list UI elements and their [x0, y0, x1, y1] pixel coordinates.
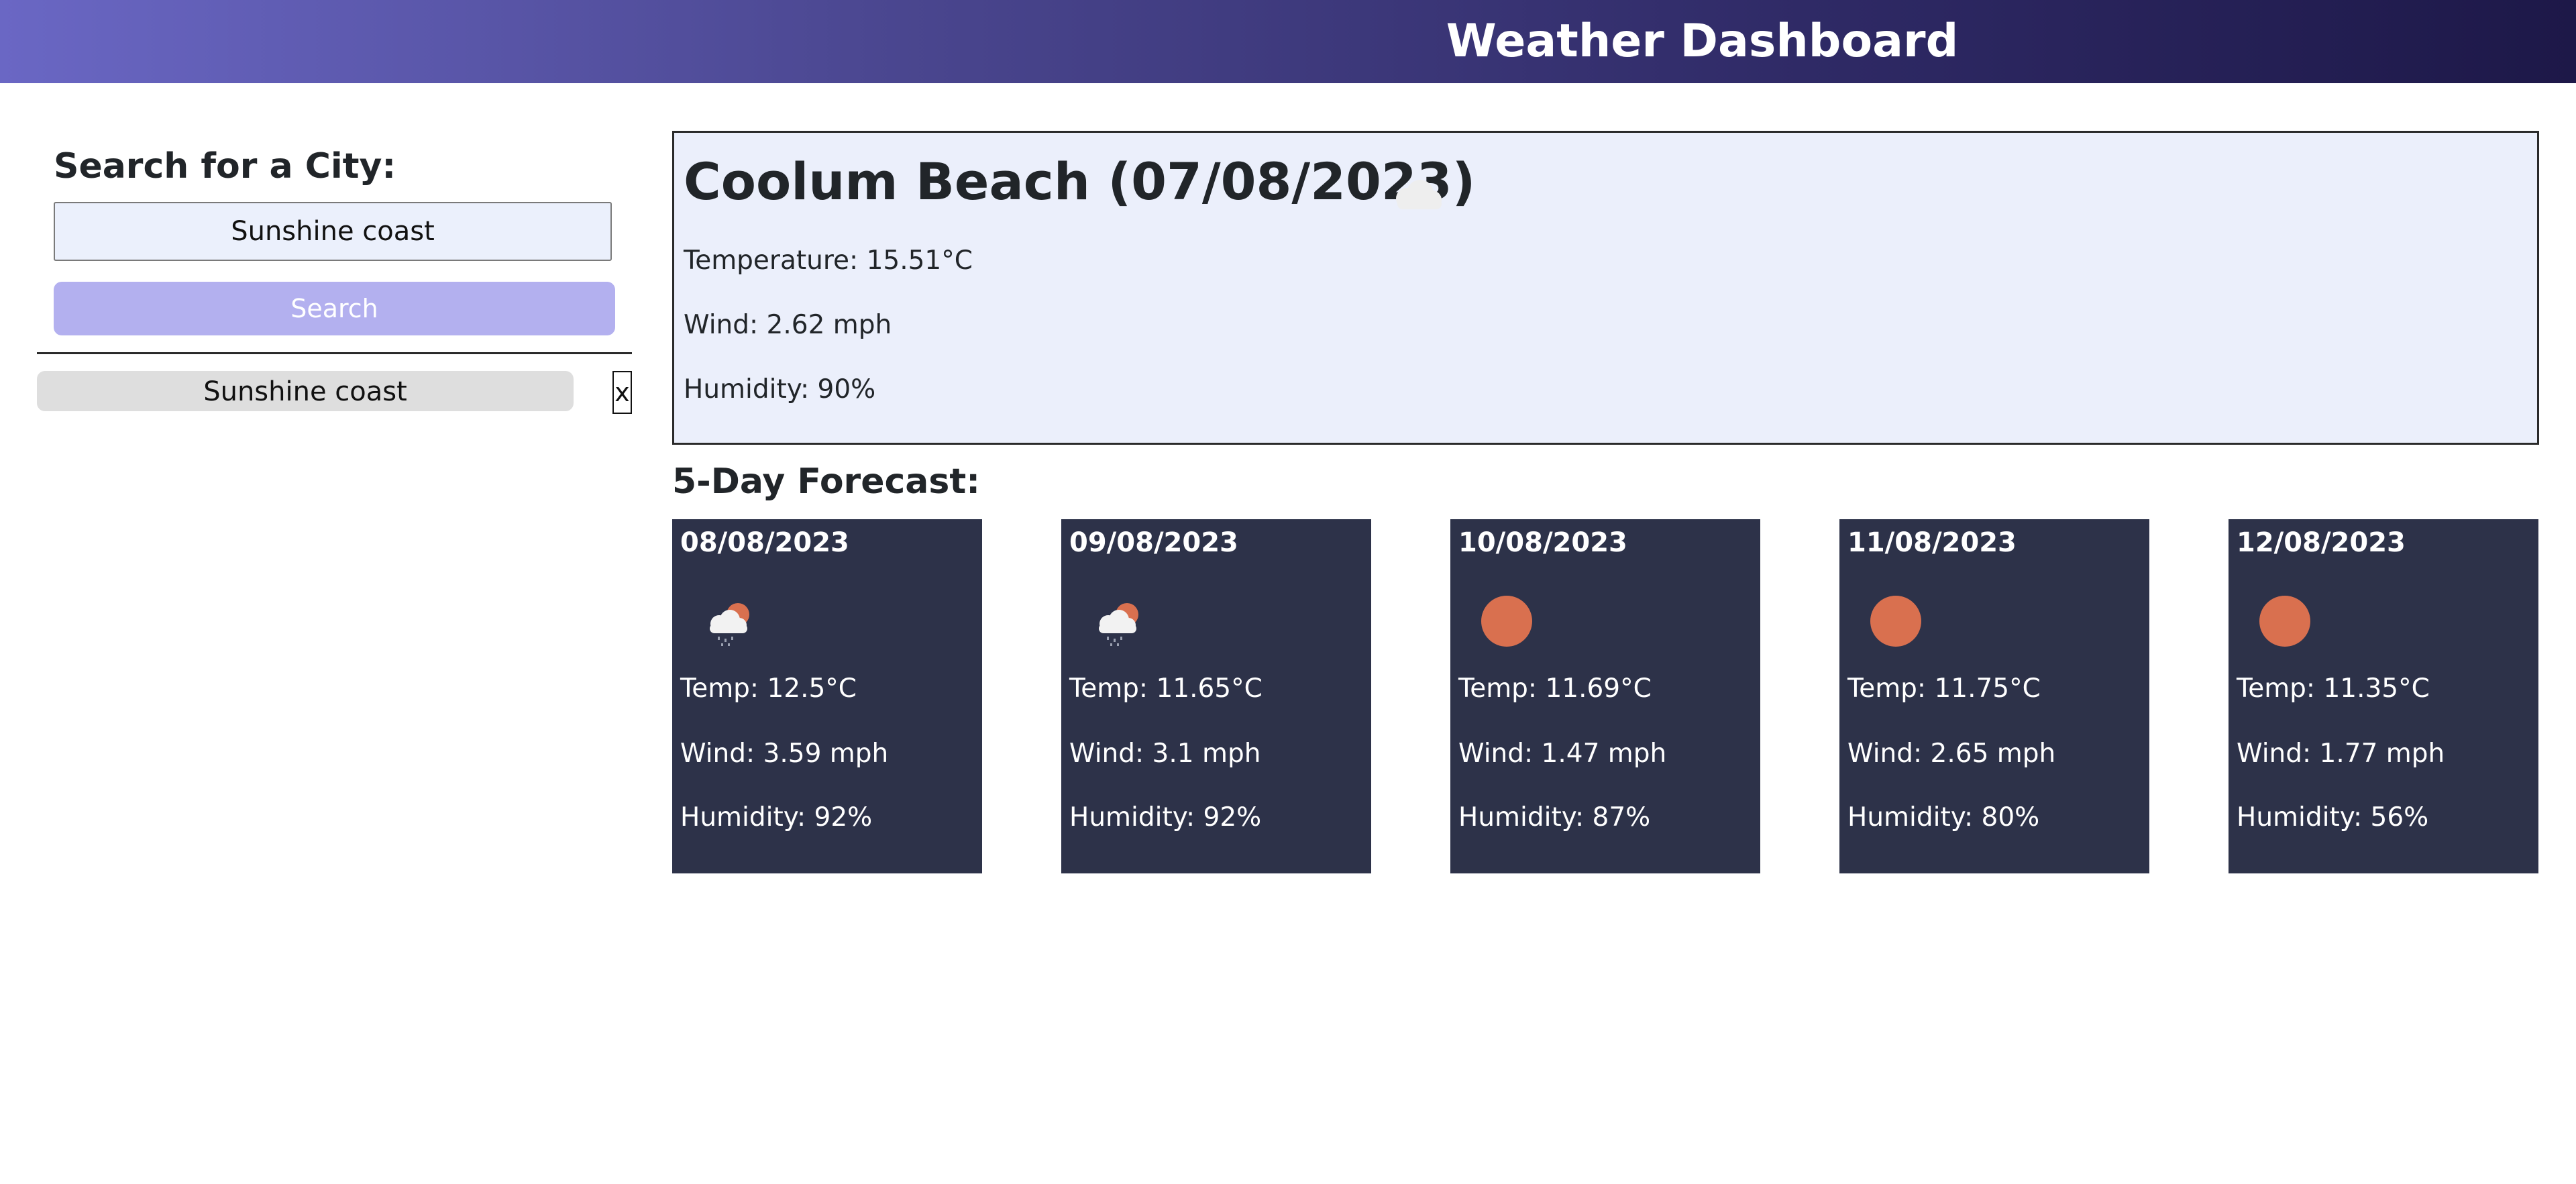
forecast-wind: Wind: 3.59 mph — [680, 739, 889, 769]
forecast-humidity: Humidity: 87% — [1458, 802, 1651, 832]
forecast-card: 10/08/2023 Temp: 11.69°C Wind: 1.47 mph … — [1450, 519, 1760, 873]
forecast-temp: Temp: 12.5°C — [680, 674, 857, 704]
forecast-card: 12/08/2023 Temp: 11.35°C Wind: 1.77 mph … — [2229, 519, 2538, 873]
forecast-humidity: Humidity: 56% — [2237, 802, 2429, 832]
app-header: Weather Dashboard — [0, 0, 2576, 83]
current-wind: Wind: 2.62 mph — [684, 310, 892, 340]
history-remove-button[interactable]: x — [612, 371, 632, 414]
forecast-date: 08/08/2023 — [680, 527, 849, 558]
page-title: Weather Dashboard — [1446, 15, 1959, 68]
sun-icon — [1870, 596, 1921, 647]
history-city-button[interactable]: Sunshine coast — [37, 371, 574, 411]
cloud-icon — [1396, 180, 1442, 209]
forecast-temp: Temp: 11.69°C — [1458, 674, 1652, 704]
current-city-title: Coolum Beach (07/08/2023) — [684, 152, 1476, 211]
city-search-input[interactable] — [54, 202, 612, 261]
current-humidity: Humidity: 90% — [684, 374, 876, 405]
forecast-date: 11/08/2023 — [1847, 527, 2017, 558]
forecast-date: 12/08/2023 — [2237, 527, 2406, 558]
search-heading: Search for a City: — [54, 146, 396, 186]
forecast-temp: Temp: 11.75°C — [1847, 674, 2041, 704]
forecast-card: 09/08/2023 Temp: 11.65°C Wind: 3.1 mph H… — [1061, 519, 1371, 873]
forecast-card: 08/08/2023 Temp: 12.5°C Wind: 3.59 mph H… — [672, 519, 982, 873]
header-title-wrap: Weather Dashboard — [0, 0, 2576, 83]
sidebar-divider — [37, 352, 632, 354]
forecast-date: 10/08/2023 — [1458, 527, 1627, 558]
forecast-humidity: Humidity: 92% — [680, 802, 873, 832]
forecast-wind: Wind: 1.77 mph — [2237, 739, 2445, 769]
sun-icon — [2259, 596, 2310, 647]
cloud-sun-rain-icon — [1099, 603, 1138, 646]
search-button[interactable]: Search — [54, 282, 615, 335]
forecast-card: 11/08/2023 Temp: 11.75°C Wind: 2.65 mph … — [1839, 519, 2149, 873]
forecast-temp: Temp: 11.35°C — [2237, 674, 2430, 704]
current-temperature: Temperature: 15.51°C — [684, 246, 973, 276]
sun-icon — [1481, 596, 1532, 647]
forecast-temp: Temp: 11.65°C — [1069, 674, 1263, 704]
forecast-wind: Wind: 2.65 mph — [1847, 739, 2056, 769]
forecast-wind: Wind: 1.47 mph — [1458, 739, 1667, 769]
forecast-date: 09/08/2023 — [1069, 527, 1238, 558]
cloud-sun-rain-icon — [710, 603, 749, 646]
forecast-wind: Wind: 3.1 mph — [1069, 739, 1261, 769]
forecast-humidity: Humidity: 92% — [1069, 802, 1262, 832]
forecast-heading: 5-Day Forecast: — [672, 462, 980, 502]
forecast-humidity: Humidity: 80% — [1847, 802, 2040, 832]
current-weather-panel: Coolum Beach (07/08/2023) Temperature: 1… — [672, 131, 2539, 445]
